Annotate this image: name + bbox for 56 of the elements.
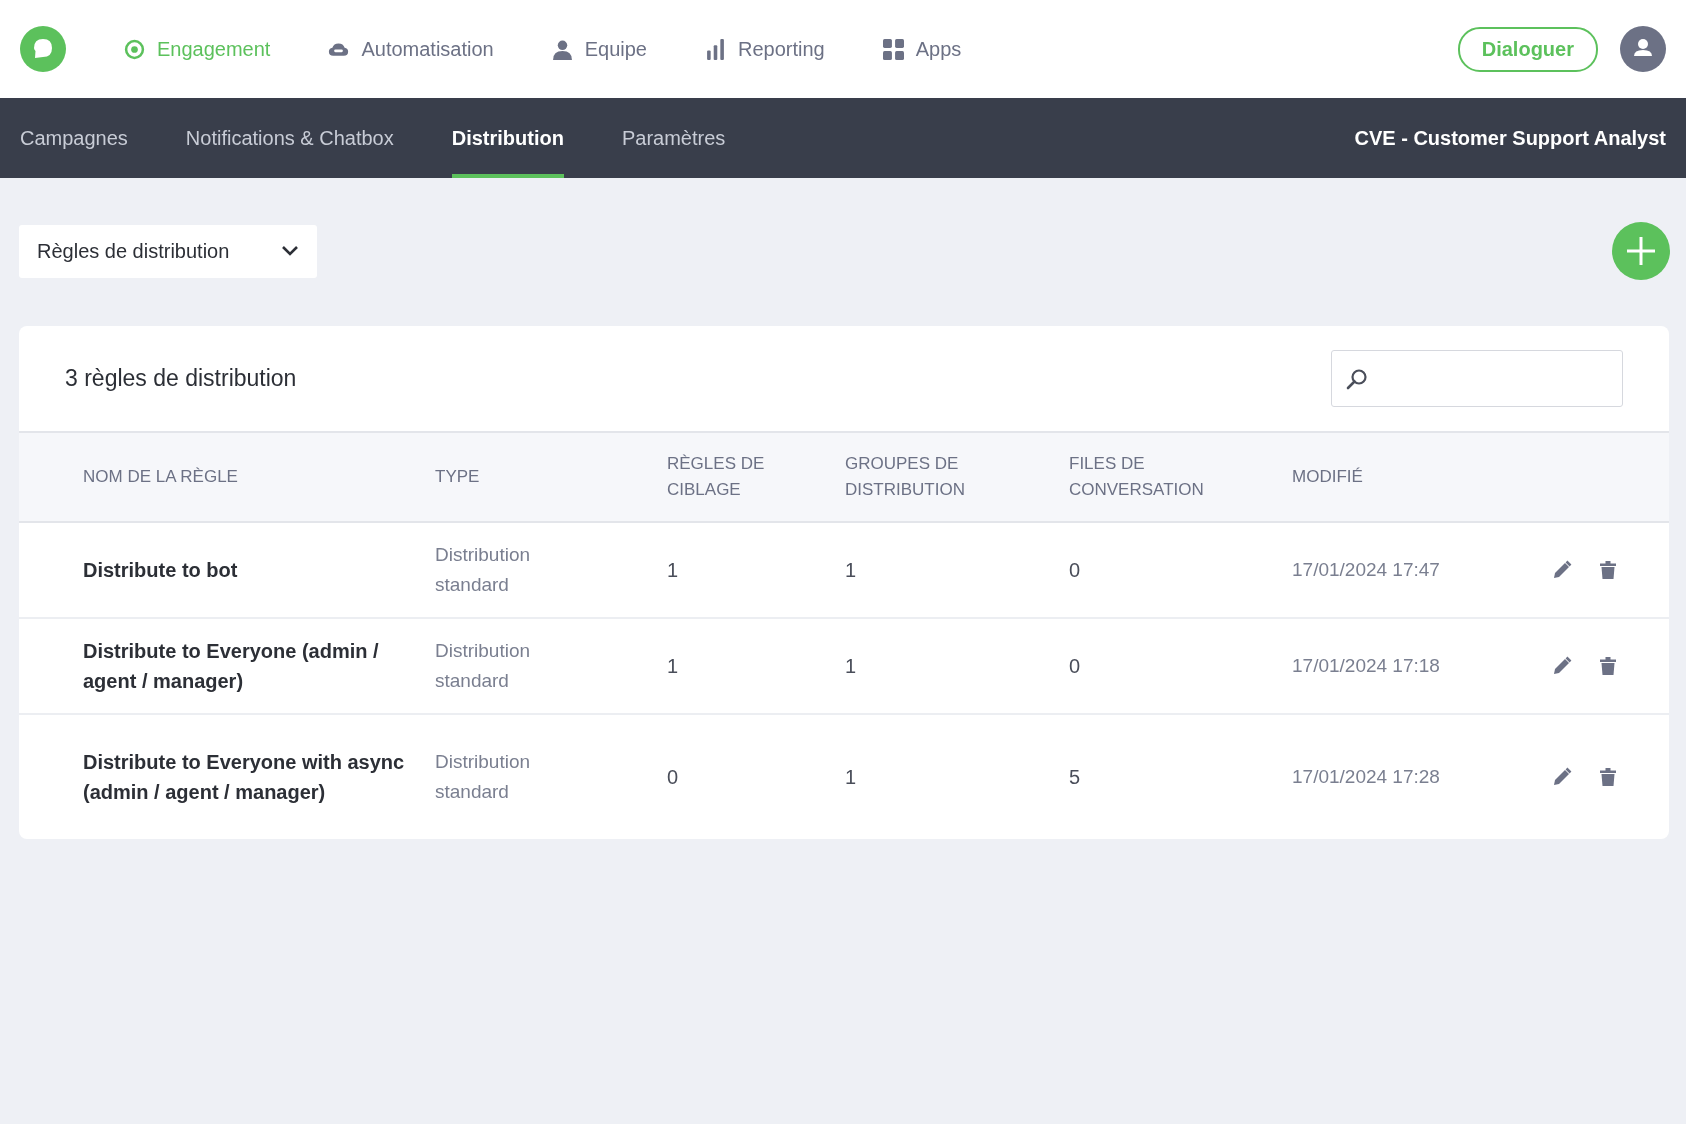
column-header: RÈGLES DE CIBLAGE [667, 453, 766, 501]
nav-item[interactable]: Equipe [551, 37, 647, 61]
nav-tab[interactable]: Notifications & Chatbox [185, 98, 394, 178]
modified-date: 17/01/2024 17:47 [1292, 559, 1441, 581]
nav-tab[interactable]: Campagnes [20, 98, 128, 178]
nav-item[interactable]: Apps [882, 37, 962, 61]
modified-date: 17/01/2024 17:18 [1292, 655, 1441, 677]
column-header: MODIFIÉ [1292, 466, 1364, 488]
group-count: 1 [845, 558, 858, 582]
delete-button[interactable] [1598, 656, 1618, 676]
search-field[interactable] [1331, 350, 1623, 407]
queue-count: 5 [1069, 765, 1082, 789]
trash-icon [1598, 656, 1618, 676]
delete-button[interactable] [1598, 767, 1618, 787]
target-icon [124, 38, 145, 60]
trash-icon [1598, 560, 1618, 580]
edit-button[interactable] [1552, 767, 1572, 787]
pencil-icon [1552, 767, 1572, 787]
nav-tab[interactable]: Paramètres [621, 98, 726, 178]
modified-date: 17/01/2024 17:28 [1292, 766, 1441, 788]
rule-name: Distribute to Everyone with async (admin / agent / manager) [83, 750, 406, 805]
queue-count: 0 [1069, 654, 1082, 678]
avatar-icon[interactable] [1620, 26, 1666, 72]
rule-type: Distribution standard [435, 543, 532, 597]
nav-item[interactable]: Reporting [705, 37, 825, 61]
chevron-down-icon [281, 245, 299, 257]
delete-button[interactable] [1598, 560, 1618, 580]
bar-chart-icon [705, 38, 726, 60]
column-header: TYPE [435, 466, 481, 488]
rule-name: Distribute to bot [83, 558, 239, 583]
column-header: GROUPES DE DISTRIBUTION [845, 453, 966, 501]
rule-type: Distribution standard [435, 750, 532, 804]
rule-name: Distribute to Everyone (admin / agent / manager) [83, 639, 380, 694]
targeting-count: 1 [667, 654, 680, 678]
nav-tab[interactable]: Distribution [451, 98, 564, 178]
search-icon [1346, 367, 1368, 390]
edit-button[interactable] [1552, 656, 1572, 676]
targeting-count: 1 [667, 558, 680, 582]
card-title: 3 règles de distribution [65, 365, 297, 392]
nav-item[interactable]: Automatisation [328, 37, 494, 61]
targeting-count: 0 [667, 765, 680, 789]
column-header: NOM DE LA RÈGLE [83, 466, 239, 488]
view-dropdown[interactable]: Règles de distribution [19, 224, 317, 278]
grid-icon [882, 38, 904, 60]
group-count: 1 [845, 654, 858, 678]
pencil-icon [1552, 560, 1572, 580]
group-count: 1 [845, 765, 858, 789]
trash-icon [1598, 767, 1618, 787]
rule-type: Distribution standard [435, 639, 532, 693]
person-icon [551, 38, 573, 60]
queue-count: 0 [1069, 558, 1082, 582]
account-name: CVE - Customer Support Analyst [1354, 126, 1666, 150]
plus-icon [1626, 236, 1656, 266]
pencil-icon [1552, 656, 1572, 676]
column-header: FILES DE CONVERSATION [1069, 453, 1205, 501]
edit-button[interactable] [1552, 560, 1572, 580]
